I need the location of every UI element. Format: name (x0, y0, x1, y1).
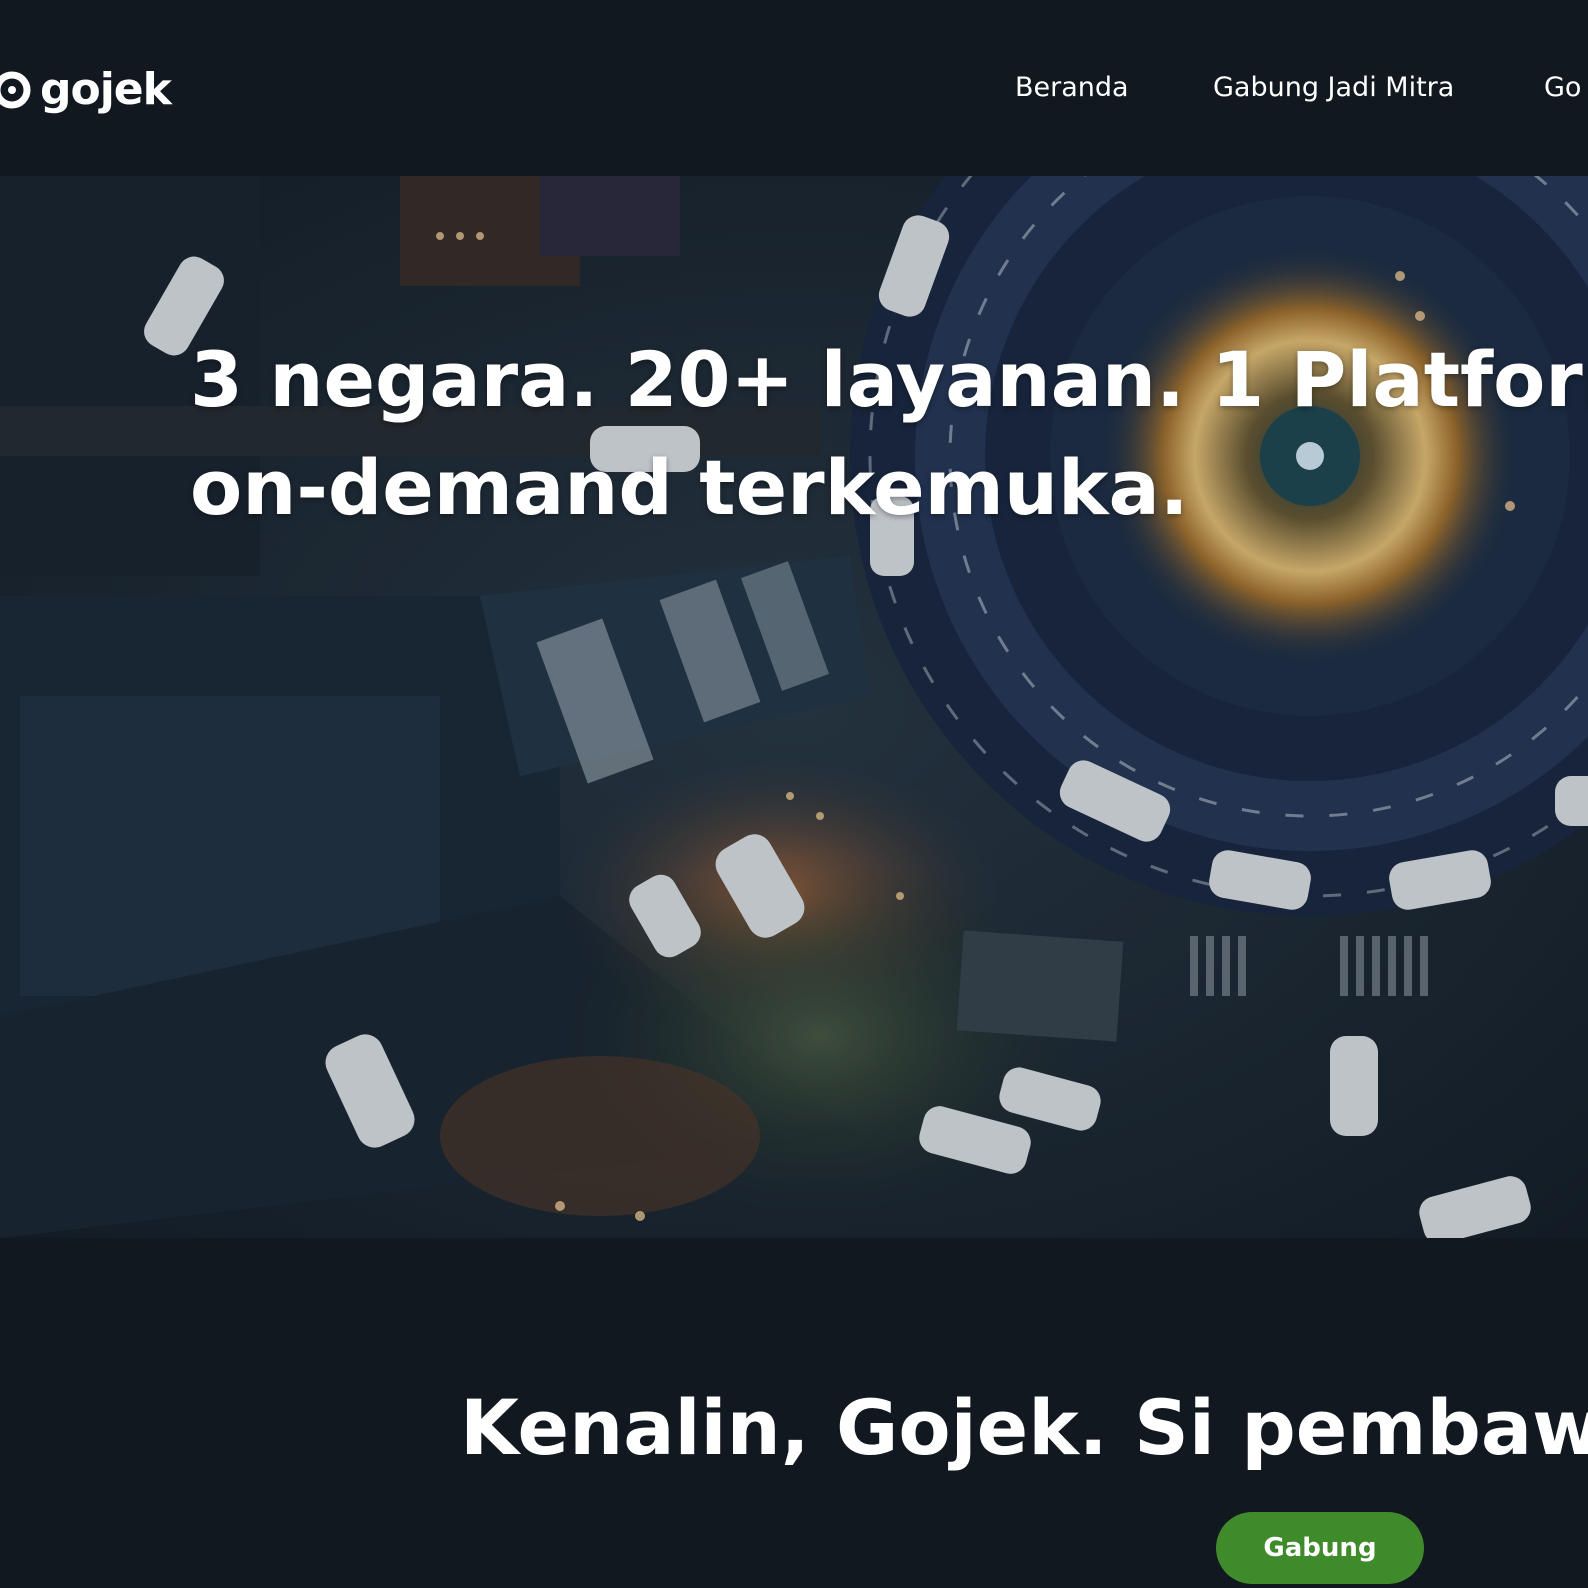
gabung-button[interactable]: Gabung (1216, 1512, 1424, 1584)
main-nav: Beranda Gabung Jadi Mitra Go (0, 68, 1588, 108)
nav-go[interactable]: Go (1544, 68, 1581, 108)
nav-gabung-jadi-mitra[interactable]: Gabung Jadi Mitra (1213, 68, 1454, 108)
hero-headline-line-2: on-demand terkemuka. (190, 443, 1189, 532)
hero-headline-line-1: 3 negara. 20+ layanan. 1 Platform (190, 335, 1588, 424)
site-header: gojek Beranda Gabung Jadi Mitra Go (0, 0, 1588, 176)
page: gojek Beranda Gabung Jadi Mitra Go 3 neg… (0, 0, 1588, 1588)
intro-heading: Kenalin, Gojek. Si pembawa (460, 1383, 1588, 1472)
nav-beranda[interactable]: Beranda (1015, 68, 1129, 108)
hero-banner: 3 negara. 20+ layanan. 1 Platform on-dem… (0, 176, 1588, 1238)
hero-headline: 3 negara. 20+ layanan. 1 Platform on-dem… (190, 326, 1588, 542)
